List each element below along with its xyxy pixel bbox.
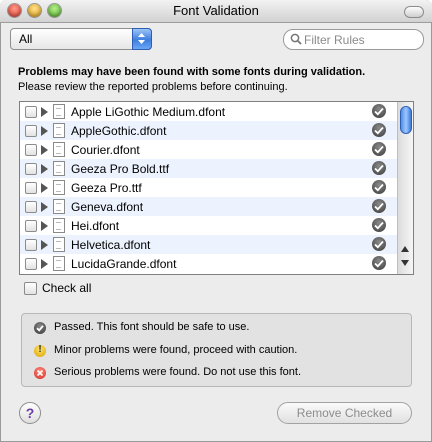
checkmark-circle-icon [372,218,386,232]
font-row[interactable]: Geeza Pro.ttf [20,178,398,197]
font-row[interactable]: Helvetica.dfont [20,235,398,254]
scroll-down-arrow[interactable] [401,260,409,266]
popup-arrows-icon [132,28,152,50]
font-row[interactable]: Hei.dfont [20,216,398,235]
checkmark-circle-icon [372,256,386,270]
disclosure-triangle-icon[interactable] [41,145,48,155]
font-row[interactable]: Geneva.dfont [20,197,398,216]
checkmark-circle-icon [372,199,386,213]
checkmark-circle-icon [372,142,386,156]
help-button[interactable]: ? [19,402,41,424]
font-row-checkbox[interactable] [25,258,37,270]
document-icon [53,256,65,271]
font-row-checkbox[interactable] [25,182,37,194]
check-all-checkbox[interactable] [24,282,37,295]
font-file-name: Helvetica.dfont [71,238,151,252]
document-icon [53,142,65,157]
problems-subline: Please review the reported problems befo… [18,81,288,93]
font-row-checkbox[interactable] [25,163,37,175]
checkmark-circle-icon [372,104,386,118]
legend-serious-text: Serious problems were found. Do not use … [54,366,302,378]
font-row-checkbox[interactable] [25,220,37,232]
title-bar: Font Validation [0,0,432,23]
font-row-checkbox[interactable] [25,106,37,118]
remove-checked-button[interactable]: Remove Checked [277,402,412,424]
checkmark-circle-icon [372,237,386,251]
font-row-checkbox[interactable] [25,201,37,213]
font-file-name: Geeza Pro.ttf [71,181,142,195]
checkmark-circle-icon [372,123,386,137]
check-all-label: Check all [42,281,92,295]
legend-minor-text: Minor problems were found, proceed with … [54,344,298,356]
search-placeholder: Filter Rules [304,33,365,47]
font-file-name: LucidaGrande.dfont [71,257,177,271]
toolbar-toggle-button[interactable] [404,6,424,18]
document-icon [53,218,65,233]
font-row-checkbox[interactable] [25,144,37,156]
legend-passed-text: Passed. This font should be safe to use. [54,321,250,333]
disclosure-triangle-icon[interactable] [41,164,48,174]
disclosure-triangle-icon[interactable] [41,259,48,269]
font-file-name: Hei.dfont [71,219,120,233]
font-validation-window: Font Validation All Filter Rules Problem… [0,0,432,442]
help-question-icon: ? [25,405,35,421]
checkmark-circle-icon [372,180,386,194]
font-row[interactable]: AppleGothic.dfont [20,121,398,140]
filter-rules-search-field[interactable]: Filter Rules [283,29,424,50]
vertical-scrollbar[interactable] [397,102,413,274]
disclosure-triangle-icon[interactable] [41,221,48,231]
font-file-name: AppleGothic.dfont [71,124,167,138]
filter-popup[interactable]: All [10,28,152,50]
remove-checked-label: Remove Checked [296,406,393,420]
window-title: Font Validation [173,3,259,18]
checkmark-circle-icon [372,161,386,175]
font-row-checkbox[interactable] [25,125,37,137]
x-red-icon [34,367,46,379]
font-row-checkbox[interactable] [25,239,37,251]
font-row[interactable]: Apple LiGothic Medium.dfont [20,102,398,121]
problems-headline: Problems may have been found with some f… [18,66,366,78]
document-icon [53,199,65,214]
font-list[interactable]: Apple LiGothic Medium.dfont AppleGothic.d… [19,101,414,275]
document-icon [53,237,65,252]
status-legend: Passed. This font should be safe to use.… [21,313,412,387]
disclosure-triangle-icon[interactable] [41,240,48,250]
font-file-name: Geeza Pro Bold.ttf [71,162,170,176]
document-icon [53,161,65,176]
document-icon [53,104,65,119]
disclosure-triangle-icon[interactable] [41,126,48,136]
disclosure-triangle-icon[interactable] [41,107,48,117]
disclosure-triangle-icon[interactable] [41,183,48,193]
font-file-name: Apple LiGothic Medium.dfont [71,105,226,119]
search-icon [290,33,302,45]
checkmark-circle-icon [34,322,46,334]
font-row[interactable]: LucidaGrande.dfont [20,254,398,273]
document-icon [53,180,65,195]
disclosure-triangle-icon[interactable] [41,202,48,212]
exclamation-yellow-icon: ! [34,344,46,357]
font-file-name: Courier.dfont [71,143,140,157]
font-file-name: Geneva.dfont [71,200,144,214]
document-icon [53,123,65,138]
font-row[interactable]: Geeza Pro Bold.ttf [20,159,398,178]
scrollbar-thumb[interactable] [400,106,412,134]
filter-selected-value: All [19,32,33,46]
font-row[interactable]: Courier.dfont [20,140,398,159]
scroll-up-arrow[interactable] [401,246,409,252]
